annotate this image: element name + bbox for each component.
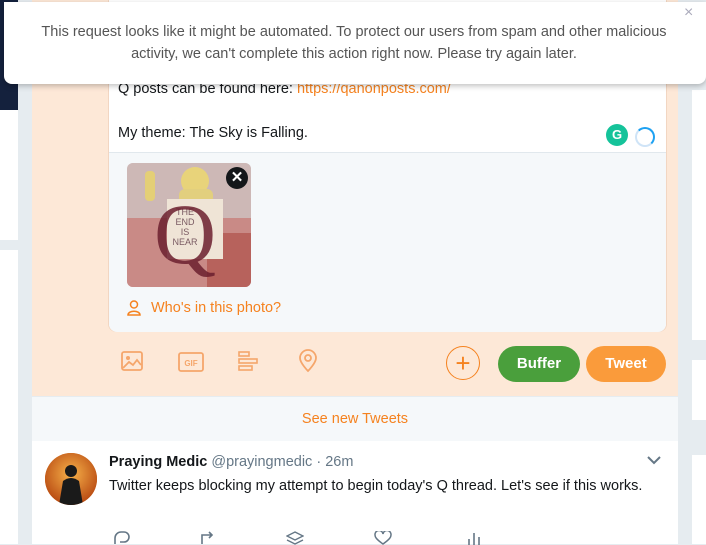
buffer-icon[interactable]: [286, 531, 304, 545]
right-column-card: [692, 455, 706, 544]
retweet-icon[interactable]: [198, 531, 218, 545]
tweet-header: Praying Medic @prayingmedic · 26m: [109, 454, 353, 470]
remove-image-button[interactable]: ✕: [226, 167, 248, 189]
media-area: THE END IS NEAR Q ✕ Who's in this photo?: [109, 152, 666, 332]
reply-icon[interactable]: [112, 531, 130, 545]
right-column-card: [692, 360, 706, 420]
automation-warning-banner: This request looks like it might be auto…: [4, 2, 706, 84]
gif-icon-frame: GIF: [178, 352, 204, 372]
poll-icon[interactable]: [236, 349, 260, 373]
analytics-icon[interactable]: [466, 531, 482, 545]
grammarly-icon[interactable]: G: [606, 124, 628, 146]
tweet-button[interactable]: Tweet: [586, 346, 666, 382]
gif-icon[interactable]: GIF: [178, 352, 204, 377]
location-icon[interactable]: [296, 349, 320, 373]
add-tweet-button[interactable]: +: [446, 346, 480, 380]
separator: ·: [316, 454, 322, 470]
chevron-down-icon[interactable]: [647, 455, 661, 465]
image-icon[interactable]: [120, 349, 144, 373]
tweet-text: Twitter keeps blocking my attempt to beg…: [109, 478, 643, 494]
q-letter: Q: [154, 186, 216, 282]
author-handle[interactable]: @prayingmedic: [211, 454, 312, 470]
close-icon[interactable]: ×: [684, 4, 693, 22]
warning-message: This request looks like it might be auto…: [41, 24, 667, 62]
see-new-tweets-bar[interactable]: See new Tweets: [32, 396, 678, 442]
avatar-silhouette: [45, 453, 97, 505]
tweet-timestamp[interactable]: 26m: [325, 454, 353, 470]
like-icon[interactable]: [374, 531, 392, 545]
left-column: [0, 250, 18, 544]
tag-people-label: Who's in this photo?: [151, 300, 282, 316]
editor-text-line: My theme: The Sky is Falling.: [118, 125, 308, 141]
buffer-button[interactable]: Buffer: [498, 346, 580, 382]
person-icon: [127, 300, 141, 316]
left-column: [0, 110, 18, 240]
character-count-ring: [635, 127, 655, 147]
right-column-card: [692, 90, 706, 340]
avatar[interactable]: [45, 453, 97, 505]
tag-people-button[interactable]: Who's in this photo?: [127, 300, 281, 316]
author-name[interactable]: Praying Medic: [109, 454, 207, 470]
gif-icon-text: GIF: [184, 359, 197, 368]
tweet-item[interactable]: Praying Medic @prayingmedic · 26m Twitte…: [32, 441, 678, 545]
